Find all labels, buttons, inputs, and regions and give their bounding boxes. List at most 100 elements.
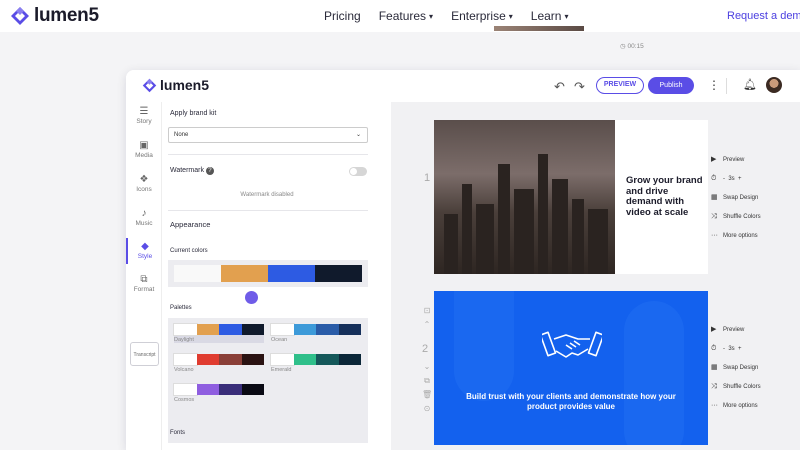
brand-kit-label: Apply brand kit (170, 110, 217, 117)
trash-icon[interactable]: 🗑︎ (422, 390, 432, 404)
slide-1-menu: ▶ Preview ⏱ - 3s + ▦ Swap Design ⤨ Shuffle C… (711, 150, 769, 245)
palette-volcano[interactable]: Volcano (173, 353, 264, 373)
palette-name: Daylight (174, 337, 194, 343)
palette-color (316, 324, 339, 335)
rail-item-label: Media (135, 152, 153, 159)
slide-1[interactable]: Grow your brand and drive demand with vi… (434, 120, 708, 274)
shuffle-colors-label: Shuffle Colors (723, 384, 761, 390)
rail-item-icons[interactable]: ❖ Icons (126, 174, 162, 193)
duration-plus[interactable]: + (738, 346, 742, 352)
palette-ocean[interactable]: Ocean (270, 323, 361, 343)
swap-design-button[interactable]: ▦ Swap Design (711, 188, 769, 207)
nav-learn-label: Learn (530, 9, 562, 23)
palette-color (316, 354, 339, 365)
palette-color (241, 354, 264, 365)
palette-color (241, 324, 264, 335)
preview-button[interactable]: PREVIEW (596, 77, 644, 94)
palette-name: Volcano (174, 367, 194, 373)
more-options-button[interactable]: ··· More options (711, 396, 769, 415)
nav-features[interactable]: Features ▾ (379, 9, 433, 23)
current-colors-label: Current colors (170, 248, 208, 254)
color-swatch[interactable] (268, 265, 315, 282)
palette-color (196, 324, 219, 335)
color-swatch[interactable] (315, 265, 362, 282)
watermark-toggle[interactable] (349, 167, 367, 176)
palette-swatches (270, 353, 361, 366)
duplicate-icon[interactable]: ⧉ (422, 376, 432, 390)
shuffle-colors-button[interactable]: ⤨ Shuffle Colors (711, 207, 769, 226)
shuffle-icon: ⤨ (711, 383, 717, 390)
duration-minus[interactable]: - (723, 346, 725, 352)
rail-item-media[interactable]: ▣ Media (126, 140, 162, 159)
nav-learn[interactable]: Learn ▾ (531, 9, 569, 23)
request-demo-link[interactable]: Request a dem (727, 10, 800, 22)
palette-emerald[interactable]: Emerald (270, 353, 361, 373)
color-picker-dot[interactable] (245, 291, 258, 304)
slide-2-actions: ⌄ ⧉ 🗑︎ ⊙ (422, 362, 432, 418)
rail-item-format[interactable]: ⧉ Format (126, 274, 162, 293)
slide-number: 1 (424, 172, 431, 184)
ellipsis-icon: ··· (711, 232, 718, 239)
slide-preview-button[interactable]: ▶ Preview (711, 320, 769, 339)
redo-icon[interactable]: ↷ (574, 79, 585, 95)
more-options-label: More options (723, 403, 758, 409)
palette-color (219, 384, 242, 395)
swap-design-label: Swap Design (723, 365, 759, 371)
nav-enterprise[interactable]: Enterprise ▾ (451, 9, 513, 23)
palette-name: Cosmos (174, 397, 195, 403)
help-icon[interactable]: ? (205, 167, 214, 175)
nav-features-label: Features (378, 9, 427, 23)
duration-plus[interactable]: + (738, 176, 742, 182)
media-icon: ▣ (139, 140, 149, 151)
palettes-label: Palettes (170, 305, 192, 311)
palette-color (173, 323, 198, 336)
tool-rail: ☰ Story ▣ Media ❖ Icons ♪ Music ◆ Style ⧉ Form… (126, 102, 162, 450)
slide-2[interactable]: Build trust with your clients and demons… (434, 291, 708, 445)
rail-item-label: Story (136, 118, 152, 125)
duration-stepper[interactable]: ⏱ - 3s + (711, 339, 769, 358)
avatar[interactable] (766, 77, 782, 93)
rail-item-music[interactable]: ♪ Music (126, 208, 162, 227)
brand-kit-select[interactable]: None ⌄ (168, 127, 368, 143)
nav-pricing[interactable]: Pricing (324, 9, 361, 23)
notification-bell-icon[interactable]: 🔔︎ (743, 78, 757, 91)
palette-cosmos[interactable]: Cosmos (173, 383, 264, 403)
play-icon: ▶ (711, 326, 717, 333)
palette-color (196, 384, 219, 395)
rail-item-style[interactable]: ◆ Style (126, 238, 162, 264)
shuffle-colors-button[interactable]: ⤨ Shuffle Colors (711, 377, 769, 396)
chevron-down-icon: ⌄ (355, 132, 361, 138)
caption-icon[interactable]: ⊡ (422, 306, 432, 320)
site-logo[interactable]: lumen5 (10, 5, 99, 27)
duration-minus[interactable]: - (723, 176, 725, 182)
current-colors-swatches[interactable] (168, 260, 368, 287)
record-icon[interactable]: ⊙ (422, 404, 432, 418)
chevron-up-icon[interactable]: ⌃ (422, 320, 432, 334)
duration-stepper[interactable]: ⏱ - 3s + (711, 169, 769, 188)
chevron-down-icon: ▾ (429, 12, 434, 21)
undo-icon[interactable]: ↶ (554, 79, 565, 95)
transcript-button[interactable]: Transcript (130, 342, 159, 366)
more-options-icon[interactable]: ⋮ (708, 78, 720, 92)
publish-button[interactable]: Publish (648, 77, 694, 94)
slide-preview-button[interactable]: ▶ Preview (711, 150, 769, 169)
color-swatch[interactable] (174, 265, 221, 282)
color-swatch[interactable] (221, 265, 268, 282)
grid-icon: ▦ (711, 364, 718, 371)
palette-color (293, 324, 316, 335)
chevron-down-icon: ▾ (564, 12, 569, 21)
play-icon: ▶ (711, 156, 717, 163)
duration-value: 3s (728, 176, 735, 182)
more-options-button[interactable]: ··· More options (711, 226, 769, 245)
slide-2-text: Build trust with your clients and demons… (466, 392, 676, 411)
icons-icon: ❖ (139, 174, 149, 185)
site-nav: Pricing Features ▾ Enterprise ▾ Learn ▾ (324, 9, 569, 23)
editor-logo[interactable]: lumen5 (142, 77, 209, 93)
rail-item-story[interactable]: ☰ Story (126, 106, 162, 125)
previous-slide-thumbnail[interactable] (494, 26, 584, 31)
music-icon: ♪ (141, 208, 147, 219)
chevron-down-icon[interactable]: ⌄ (422, 362, 432, 376)
swap-design-button[interactable]: ▦ Swap Design (711, 358, 769, 377)
palette-daylight[interactable]: Daylight (173, 323, 264, 343)
palette-name: Ocean (271, 337, 288, 343)
